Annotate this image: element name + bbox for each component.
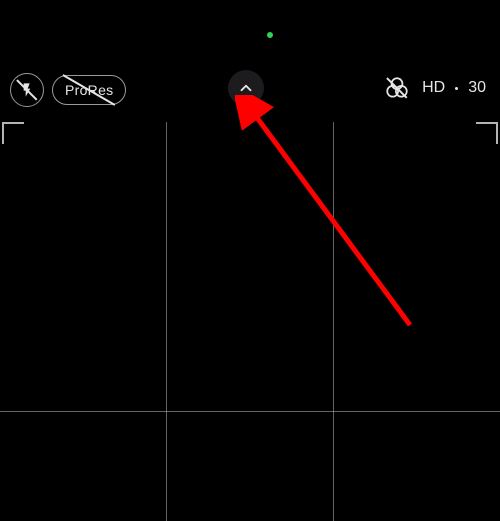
- grid-line-horizontal-1: [0, 411, 500, 412]
- viewfinder[interactable]: [0, 122, 500, 521]
- color-filters-button[interactable]: [382, 73, 412, 103]
- flash-off-icon: [19, 82, 35, 98]
- toolbar-left-group: ProRes: [10, 73, 126, 107]
- prores-label: ProRes: [65, 82, 113, 98]
- chevron-up-icon: [237, 79, 255, 97]
- fps-button[interactable]: 30: [468, 79, 486, 97]
- grid-line-vertical-2: [333, 122, 334, 521]
- camera-toolbar: ProRes HD 30: [0, 70, 500, 110]
- flash-toggle-button[interactable]: [10, 73, 44, 107]
- expand-controls-button[interactable]: [228, 70, 264, 106]
- color-filters-off-icon: [384, 75, 410, 101]
- toolbar-right-group: HD 30: [382, 70, 486, 106]
- camera-recording-indicator: [267, 32, 273, 38]
- grid-line-vertical-1: [166, 122, 167, 521]
- prores-toggle-button[interactable]: ProRes: [52, 75, 126, 105]
- resolution-button[interactable]: HD: [422, 79, 445, 97]
- separator-dot: [455, 87, 458, 90]
